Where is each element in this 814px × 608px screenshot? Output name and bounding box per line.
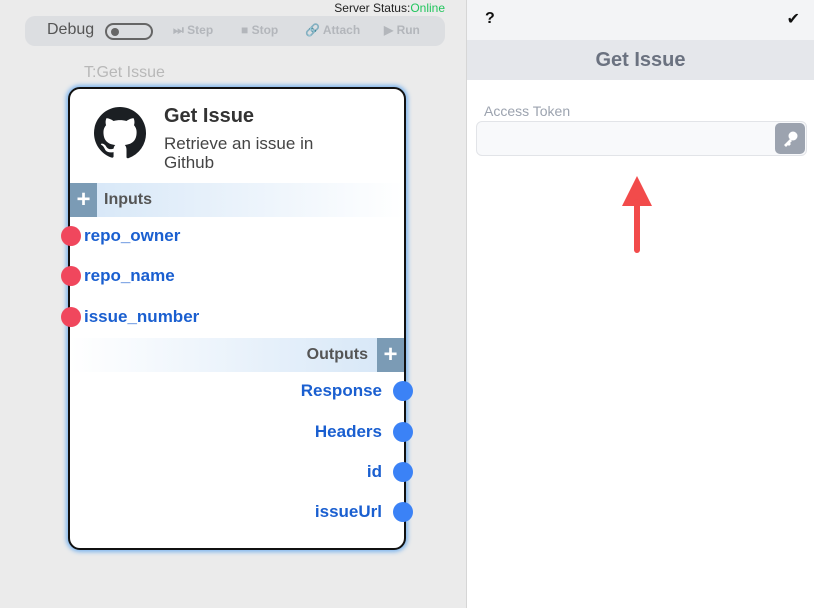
node-tag: T:Get Issue — [84, 64, 165, 81]
status-value: Online — [410, 1, 445, 15]
get-issue-node[interactable]: Get Issue Retrieve an issue in Github + … — [61, 87, 413, 550]
run-label: Run — [396, 23, 420, 37]
access-token-label: Access Token — [484, 103, 571, 119]
outputs-section: Outputs + — [70, 338, 404, 372]
input-label: issue_number — [84, 307, 200, 326]
add-output-button[interactable]: + — [377, 338, 404, 372]
output-label: issueUrl — [314, 502, 382, 521]
status-label: Server Status: — [334, 1, 411, 15]
confirm-check-button[interactable]: ✔ — [787, 9, 800, 29]
outputs-label: Outputs — [306, 346, 368, 363]
output-port-response[interactable] — [393, 381, 413, 401]
properties-panel: ? ✔ Get Issue Access Token — [466, 0, 814, 608]
output-port-id[interactable] — [393, 462, 413, 482]
debug-toggle[interactable] — [105, 23, 153, 40]
attach-button[interactable]: 🔗 Attach — [305, 23, 360, 37]
output-port-headers[interactable] — [393, 422, 413, 442]
input-label: repo_owner — [84, 226, 181, 245]
output-label: Headers — [314, 422, 382, 441]
help-button[interactable]: ? — [485, 10, 495, 28]
inputs-section: + Inputs — [70, 183, 404, 217]
node-description: Retrieve an issue in Github — [164, 134, 314, 172]
input-label: repo_name — [84, 266, 175, 285]
key-button[interactable] — [775, 123, 805, 154]
key-icon — [784, 131, 798, 147]
input-port-issue-number[interactable] — [61, 307, 81, 327]
debug-toolbar: Debug ⏭ Step ■ Stop 🔗 Attach ▶ Run — [25, 16, 445, 46]
input-port-repo-name[interactable] — [61, 266, 81, 286]
server-status: Server Status:Online — [334, 1, 445, 15]
add-input-button[interactable]: + — [70, 183, 97, 217]
inputs-label: Inputs — [104, 191, 152, 208]
attach-label: Attach — [322, 23, 361, 37]
red-arrow-annotation — [622, 176, 652, 253]
panel-header: ? ✔ — [467, 0, 814, 40]
panel-title: Get Issue — [467, 40, 814, 80]
flow-canvas[interactable]: Server Status:Online Debug ⏭ Step ■ Stop… — [0, 0, 466, 608]
debug-label: Debug — [47, 21, 95, 38]
step-button[interactable]: ⏭ Step — [173, 23, 213, 38]
stop-button[interactable]: ■ Stop — [241, 23, 278, 37]
output-label: id — [366, 462, 382, 481]
stop-label: Stop — [251, 23, 279, 37]
github-icon — [94, 107, 146, 159]
output-label: Response — [300, 381, 382, 400]
output-port-issue-url[interactable] — [393, 502, 413, 522]
access-token-input[interactable] — [476, 121, 807, 156]
step-label: Step — [187, 23, 214, 37]
run-button[interactable]: ▶ Run — [384, 23, 420, 37]
input-port-repo-owner[interactable] — [61, 226, 81, 246]
node-title: Get Issue — [164, 105, 255, 127]
